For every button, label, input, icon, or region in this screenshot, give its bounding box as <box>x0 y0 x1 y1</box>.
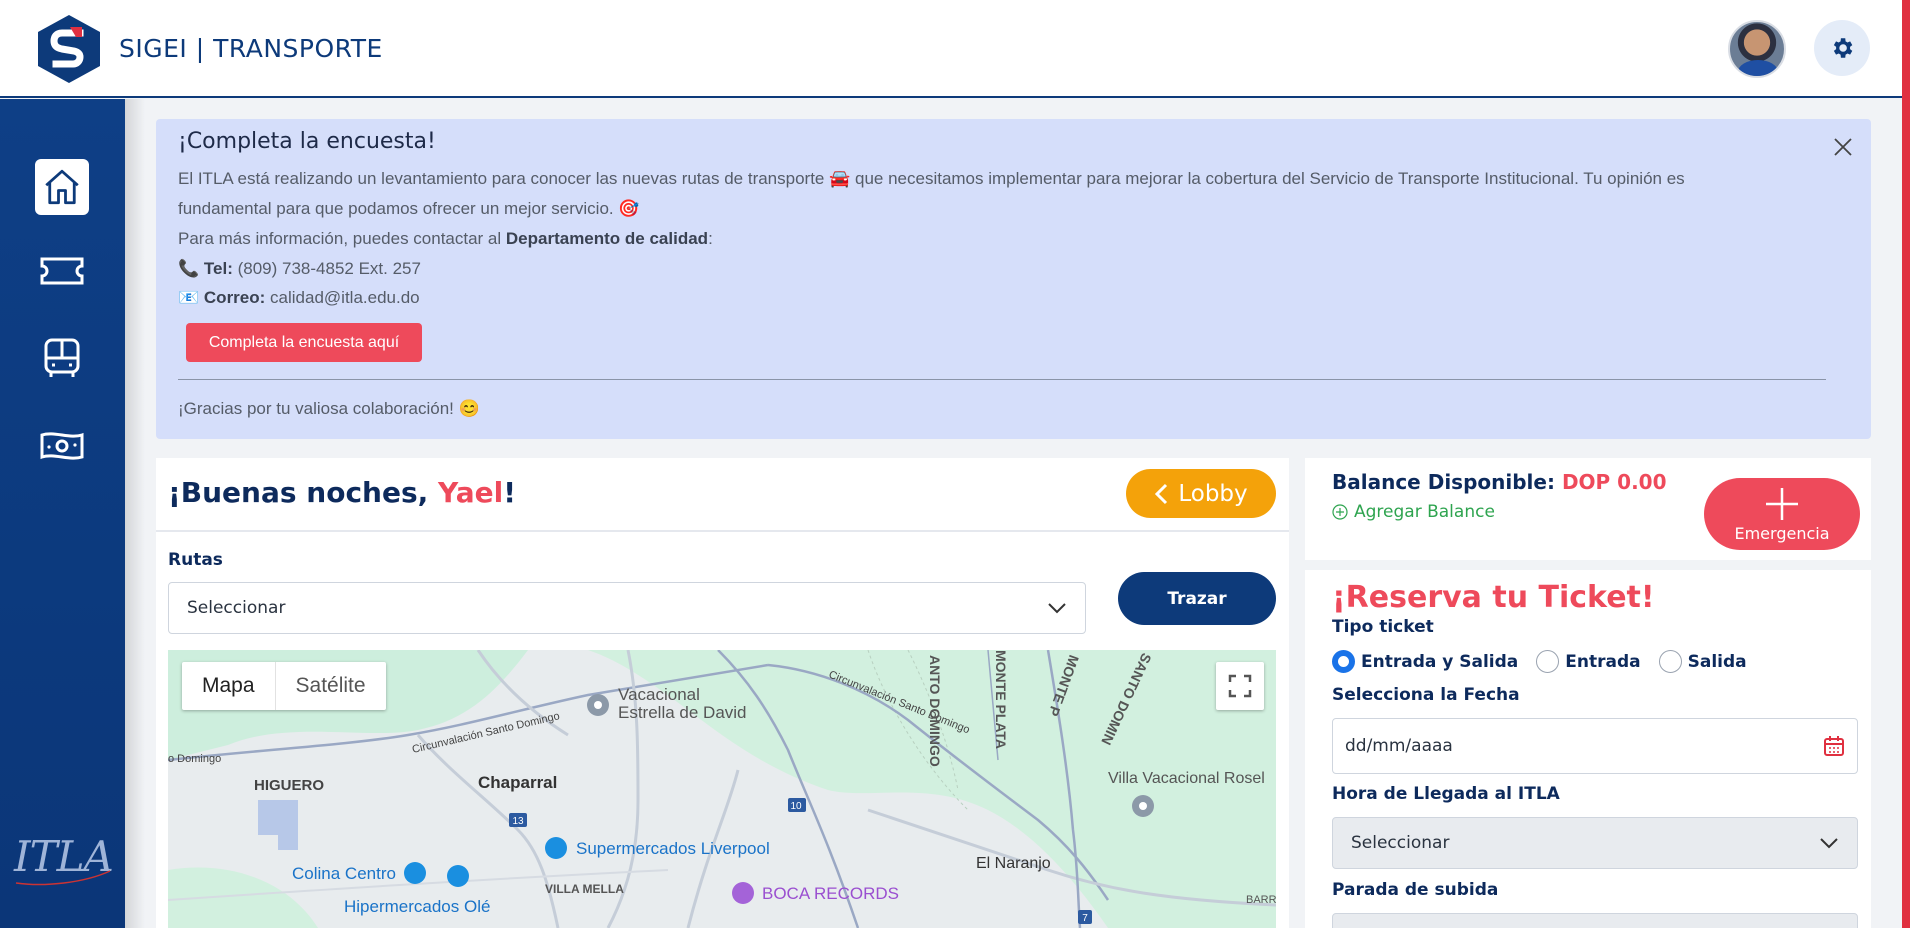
routes-select[interactable]: Seleccionar <box>168 582 1086 634</box>
fullscreen-button[interactable] <box>1216 662 1264 710</box>
fullscreen-icon <box>1228 674 1252 698</box>
ticket-icon <box>40 257 84 285</box>
route-7-shield: 7 <box>1082 913 1088 924</box>
map-label-barr: BARR <box>1246 894 1276 906</box>
map-label-villa-mella: VILLA MELLA <box>545 882 624 896</box>
lobby-button[interactable]: Lobby <box>1126 469 1276 518</box>
app-title: SIGEI | TRANSPORTE <box>119 34 383 63</box>
map-label-higuero: HIGUERO <box>254 777 324 794</box>
balance-value: DOP 0.00 <box>1561 470 1667 494</box>
banner-paragraph-2: fundamental para que podamos ofrecer un … <box>178 199 640 218</box>
sigei-logo[interactable] <box>36 13 102 85</box>
route-13-shield: 13 <box>512 816 524 827</box>
sidebar-item-bus[interactable] <box>36 332 88 384</box>
map-label-monte-plata: MONTE PLATA <box>993 650 1009 749</box>
route-10-shield: 10 <box>790 801 802 812</box>
map-label-liverpool: Supermercados Liverpool <box>576 839 770 858</box>
map-tab-satellite[interactable]: Satélite <box>274 662 386 710</box>
emergency-button[interactable]: Emergencia <box>1704 478 1860 550</box>
radio-entrada[interactable]: Entrada <box>1536 650 1641 673</box>
survey-banner: ¡Completa la encuesta! El ITLA está real… <box>156 119 1871 439</box>
money-icon <box>40 432 84 460</box>
map-label-estrella: Estrella de David <box>618 703 747 722</box>
map-label-chaparral: Chaparral <box>478 773 557 792</box>
plus-icon <box>1766 487 1798 520</box>
balance-label: Balance Disponible: DOP 0.00 <box>1332 470 1667 494</box>
date-label: Selecciona la Fecha <box>1332 685 1520 705</box>
route-map[interactable]: 10 13 7 Vacacional Estrella de David Cir… <box>168 650 1276 928</box>
card-divider <box>156 530 1289 532</box>
radio-dot[interactable] <box>1536 650 1560 673</box>
ticket-type-group: Entrada y Salida Entrada Salida <box>1332 650 1747 673</box>
stop-select[interactable] <box>1332 913 1858 928</box>
date-input[interactable]: dd/mm/aaaa <box>1332 718 1858 774</box>
map-label-vacacional: Vacacional <box>618 685 700 704</box>
calendar-icon[interactable] <box>1823 735 1845 757</box>
map-label-boca: BOCA RECORDS <box>762 884 899 903</box>
map-label-colina: Colina Centro <box>292 864 396 883</box>
user-avatar[interactable] <box>1728 20 1786 78</box>
sidebar-item-tickets[interactable] <box>36 245 88 297</box>
reservation-title: ¡Reserva tu Ticket! <box>1332 580 1655 615</box>
gear-icon <box>1833 38 1853 58</box>
banner-thanks: ¡Gracias por tu valiosa colaboración! 😊 <box>178 399 480 418</box>
map-label-naranjo: El Naranjo <box>976 855 1051 872</box>
radio-dot[interactable] <box>1658 650 1682 673</box>
map-label-o-domingo: o Domingo <box>168 753 221 765</box>
map-label-santo-domingo: ANTO DOMINGO <box>927 655 943 767</box>
survey-button[interactable]: Completa la encuesta aquí <box>186 323 422 362</box>
ticket-type-label: Tipo ticket <box>1332 617 1434 637</box>
radio-entrada-salida[interactable]: Entrada y Salida <box>1332 650 1518 673</box>
routes-card: ¡Buenas noches, Yael! Lobby Rutas Selecc… <box>156 458 1289 928</box>
greeting: ¡Buenas noches, Yael! <box>168 476 516 509</box>
sidebar: ITLA <box>0 99 125 928</box>
banner-info: Para más información, puedes contactar a… <box>178 229 713 248</box>
banner-mail: 📧 Correo: calidad@itla.edu.do <box>178 288 420 307</box>
mail-icon: 📧 <box>178 288 200 307</box>
phone-icon: 📞 <box>178 259 200 278</box>
bus-icon <box>44 338 80 377</box>
map-label-hiper: Hipermercados Olé <box>344 897 490 916</box>
itla-swoosh <box>15 870 111 886</box>
settings-button[interactable] <box>1814 20 1870 76</box>
sidebar-item-home[interactable] <box>35 159 89 215</box>
add-balance-link[interactable]: Agregar Balance <box>1332 502 1495 522</box>
map-type-control: Mapa Satélite <box>182 662 386 710</box>
arrival-label: Hora de Llegada al ITLA <box>1332 784 1560 804</box>
trace-button[interactable]: Trazar <box>1118 572 1276 625</box>
map-label-villa-rosel: Villa Vacacional Rosel <box>1108 770 1265 787</box>
banner-title: ¡Completa la encuesta! <box>178 129 436 154</box>
stop-label: Parada de subida <box>1332 880 1499 900</box>
reservation-card: ¡Reserva tu Ticket! Tipo ticket Entrada … <box>1305 570 1871 928</box>
radio-salida[interactable]: Salida <box>1658 650 1747 673</box>
page-edge-accent <box>1902 0 1910 928</box>
close-icon[interactable] <box>1831 135 1855 159</box>
routes-label: Rutas <box>168 550 223 570</box>
top-header: SIGEI | TRANSPORTE <box>0 0 1902 98</box>
banner-paragraph: El ITLA está realizando un levantamiento… <box>178 169 1685 188</box>
plus-circle-icon <box>1332 504 1348 520</box>
map-tab-map[interactable]: Mapa <box>182 662 275 710</box>
balance-card: Balance Disponible: DOP 0.00 Agregar Bal… <box>1305 458 1871 560</box>
banner-tel: 📞 Tel: (809) 738-4852 Ext. 257 <box>178 259 421 278</box>
banner-divider <box>178 379 1826 380</box>
sidebar-shadow <box>125 99 145 928</box>
chevron-down-icon <box>1048 603 1066 614</box>
chevron-down-icon <box>1820 838 1838 849</box>
home-icon <box>45 169 79 205</box>
chevron-left-icon <box>1155 483 1168 504</box>
sidebar-item-money[interactable] <box>36 420 88 472</box>
radio-dot[interactable] <box>1332 650 1355 673</box>
arrival-select[interactable]: Seleccionar <box>1332 817 1858 869</box>
